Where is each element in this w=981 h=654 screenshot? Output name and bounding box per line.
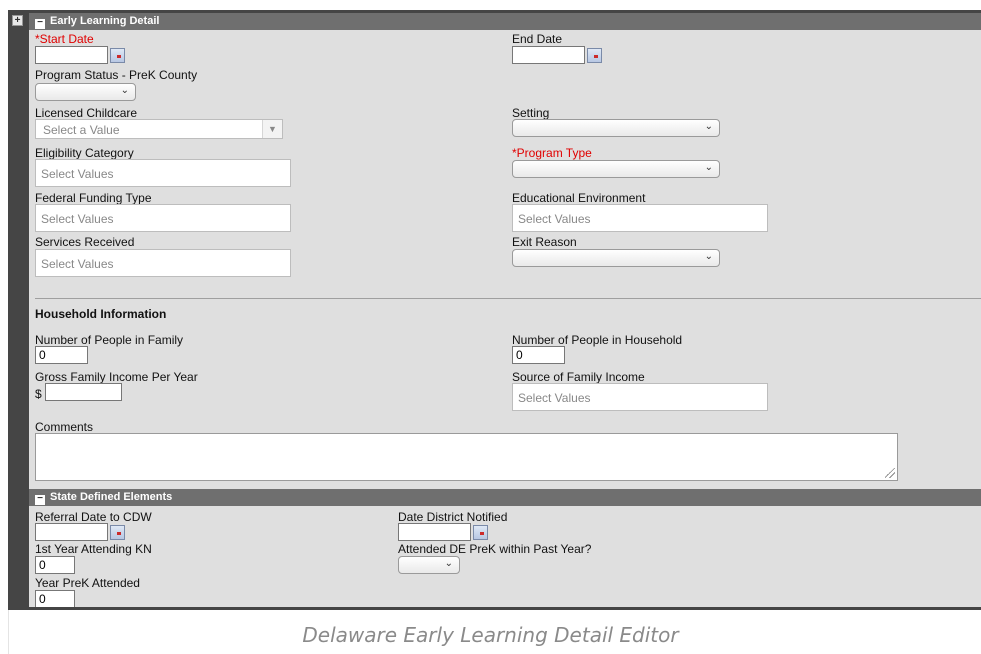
first-year-kn-label: 1st Year Attending KN	[35, 542, 152, 556]
left-gutter: +	[8, 10, 28, 610]
federal-funding-label: Federal Funding Type	[35, 191, 152, 205]
editor-content: − Early Learning Detail *Start Date End D…	[29, 13, 981, 607]
state-defined-title: State Defined Elements	[50, 491, 173, 503]
income-source-placeholder: Select Values	[518, 391, 591, 405]
figure-caption: Delaware Early Learning Detail Editor	[302, 623, 679, 647]
state-defined-header[interactable]: − State Defined Elements	[29, 489, 981, 506]
early-learning-header[interactable]: − Early Learning Detail	[29, 13, 981, 30]
eligibility-placeholder: Select Values	[41, 167, 114, 181]
chevron-down-icon: ⌄	[444, 558, 453, 569]
chevron-down-icon: ⌄	[120, 85, 129, 96]
services-received-multiselect[interactable]: Select Values	[35, 249, 291, 277]
household-heading: Household Information	[35, 307, 167, 321]
services-received-placeholder: Select Values	[41, 257, 114, 271]
dropdown-arrow-icon[interactable]: ▼	[262, 120, 282, 138]
income-source-label: Source of Family Income	[512, 370, 645, 384]
expand-icon[interactable]: +	[12, 15, 23, 26]
income-source-multiselect[interactable]: Select Values	[512, 383, 768, 411]
year-prek-input[interactable]: 0	[35, 590, 75, 607]
calendar-icon[interactable]	[110, 48, 125, 63]
people-household-label: Number of People in Household	[512, 333, 683, 347]
people-household-input[interactable]: 0	[512, 346, 565, 364]
section-divider	[35, 298, 981, 299]
gross-income-input[interactable]	[45, 383, 122, 401]
referral-date-input[interactable]	[35, 523, 108, 541]
program-type-dropdown[interactable]: ⌄	[512, 160, 720, 178]
services-received-label: Services Received	[35, 235, 135, 249]
end-date-input[interactable]	[512, 46, 585, 64]
attended-prek-dropdown[interactable]: ⌄	[398, 556, 460, 574]
start-date-label: *Start Date	[35, 32, 94, 46]
educational-environment-label: Educational Environment	[512, 191, 646, 205]
first-year-kn-input[interactable]: 0	[35, 556, 75, 574]
collapse-icon[interactable]: −	[35, 18, 45, 29]
people-family-label: Number of People in Family	[35, 333, 184, 347]
calendar-icon[interactable]	[473, 525, 488, 540]
resize-grip-icon[interactable]	[885, 468, 895, 478]
referral-date-label: Referral Date to CDW	[35, 510, 152, 524]
district-notified-input[interactable]	[398, 523, 471, 541]
federal-funding-multiselect[interactable]: Select Values	[35, 204, 291, 232]
educational-environment-multiselect[interactable]: Select Values	[512, 204, 768, 232]
start-date-input[interactable]	[35, 46, 108, 64]
early-learning-title: Early Learning Detail	[50, 15, 160, 27]
setting-dropdown[interactable]: ⌄	[512, 119, 720, 137]
exit-reason-label: Exit Reason	[512, 235, 577, 249]
licensed-childcare-label: Licensed Childcare	[35, 106, 138, 120]
year-prek-label: Year PreK Attended	[35, 576, 140, 590]
comments-textarea[interactable]	[35, 433, 898, 481]
chevron-down-icon: ⌄	[704, 251, 713, 262]
program-type-label: *Program Type	[512, 146, 592, 160]
collapse-icon[interactable]: −	[35, 494, 45, 505]
federal-funding-placeholder: Select Values	[41, 212, 114, 226]
district-notified-label: Date District Notified	[398, 510, 508, 524]
end-date-label: End Date	[512, 32, 563, 46]
people-family-input[interactable]: 0	[35, 346, 88, 364]
licensed-childcare-placeholder: Select a Value	[43, 123, 120, 137]
currency-symbol: $	[35, 387, 42, 401]
educational-environment-placeholder: Select Values	[518, 212, 591, 226]
eligibility-label: Eligibility Category	[35, 146, 134, 160]
eligibility-multiselect[interactable]: Select Values	[35, 159, 291, 187]
program-status-dropdown[interactable]: ⌄	[35, 83, 136, 101]
setting-label: Setting	[512, 106, 550, 120]
chevron-down-icon: ⌄	[704, 121, 713, 132]
comments-label: Comments	[35, 420, 94, 434]
calendar-icon[interactable]	[110, 525, 125, 540]
gross-income-label: Gross Family Income Per Year	[35, 370, 198, 384]
attended-prek-label: Attended DE PreK within Past Year?	[398, 542, 592, 556]
licensed-childcare-select[interactable]: Select a Value ▼	[35, 119, 283, 139]
editor-frame: + − Early Learning Detail *Start Date End…	[8, 10, 981, 610]
program-status-label: Program Status - PreK County	[35, 68, 198, 82]
exit-reason-dropdown[interactable]: ⌄	[512, 249, 720, 267]
chevron-down-icon: ⌄	[704, 162, 713, 173]
calendar-icon[interactable]	[587, 48, 602, 63]
